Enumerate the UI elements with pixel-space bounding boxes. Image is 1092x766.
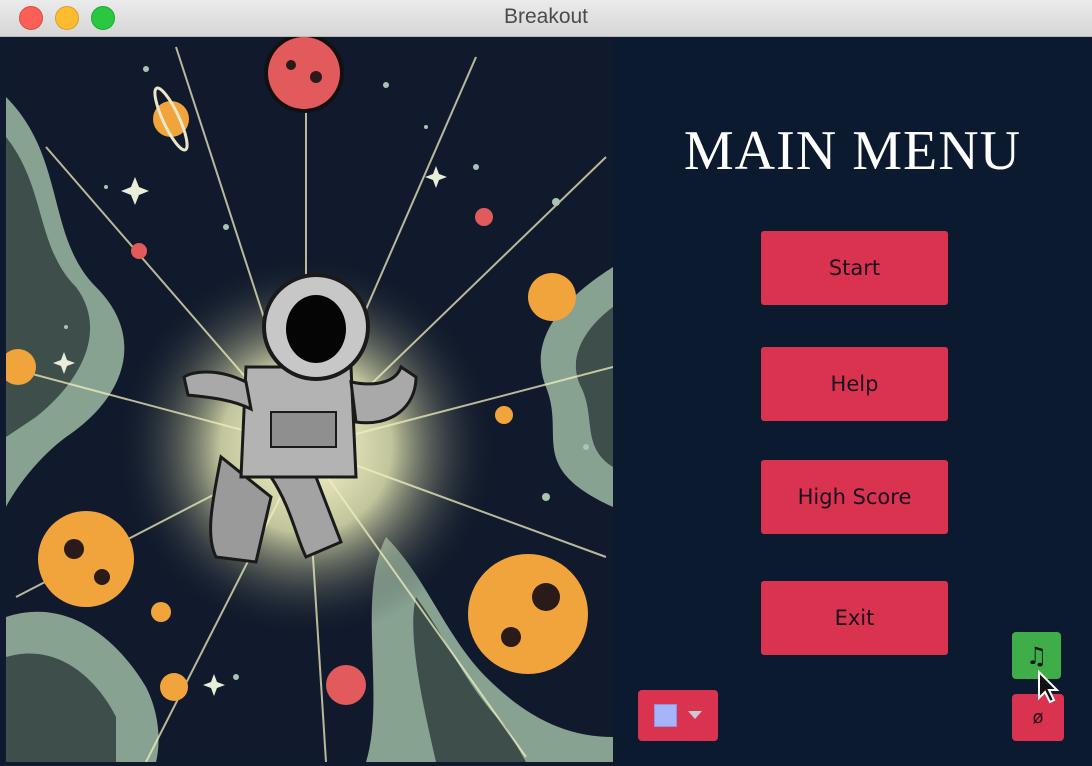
color-swatch (654, 704, 677, 727)
mouse-cursor-icon (1038, 670, 1060, 704)
main-menu-panel: MAIN MENU Start Help High Score Exit ♫ ø (613, 37, 1092, 766)
music-note-icon: ♫ (1025, 641, 1048, 670)
mute-icon: ø (1032, 707, 1044, 728)
menu-title: MAIN MENU (683, 120, 1022, 182)
exit-button[interactable]: Exit (761, 581, 948, 655)
title-bar: Breakout (0, 0, 1092, 37)
astronaut-artwork (6, 37, 613, 762)
start-button[interactable]: Start (761, 231, 948, 305)
chevron-down-icon (688, 711, 702, 719)
game-window: Breakout MAIN MENU Start Help High Score… (0, 0, 1092, 766)
high-score-button[interactable]: High Score (761, 460, 948, 534)
help-button[interactable]: Help (761, 347, 948, 421)
color-picker-button[interactable] (638, 690, 718, 741)
window-title: Breakout (503, 5, 589, 28)
